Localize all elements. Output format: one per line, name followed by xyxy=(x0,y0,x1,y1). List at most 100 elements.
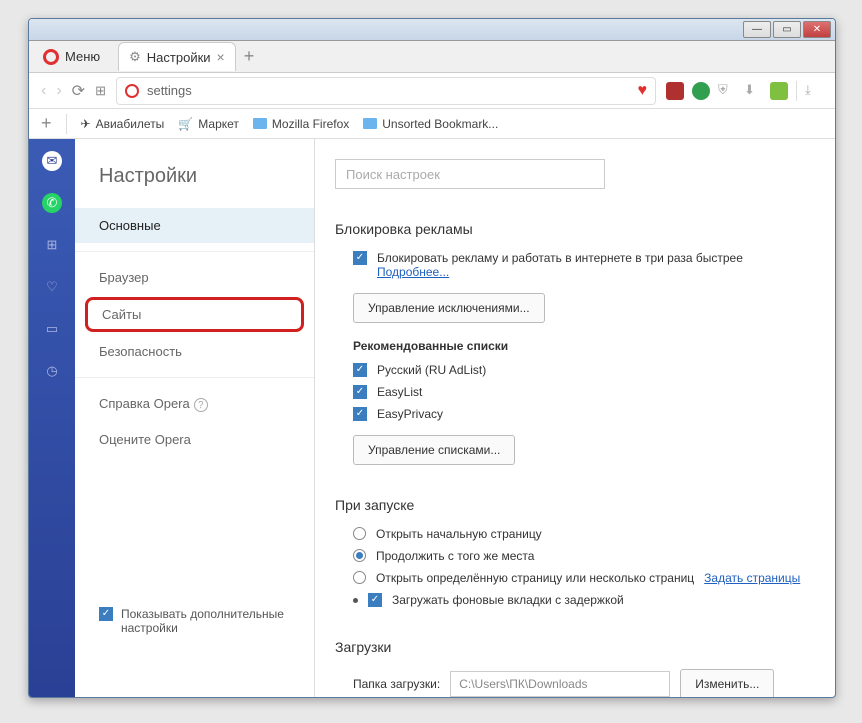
separator xyxy=(796,81,797,101)
list-ru-adlist[interactable]: ✓Русский (RU AdList) xyxy=(335,363,815,377)
app-window: — ▭ ✕ Меню ⚙ Настройки × + ‹ › ⟳ ⊞ setti… xyxy=(28,18,836,698)
app-menu-button[interactable]: Меню xyxy=(33,45,110,69)
separator xyxy=(75,377,314,378)
section-heading: Загрузки xyxy=(335,639,815,655)
messenger-icon[interactable]: ✉ xyxy=(42,151,62,171)
bookmark-bar: + ✈Авиабилеты 🛒Маркет Mozilla Firefox Un… xyxy=(29,109,835,139)
block-ads-label: Блокировать рекламу и работать в интерне… xyxy=(377,251,743,265)
checkbox-icon: ✓ xyxy=(353,363,367,377)
ext-icon-1[interactable] xyxy=(666,82,684,100)
reload-button[interactable]: ⟳ xyxy=(72,81,85,101)
new-tab-button[interactable]: + xyxy=(244,46,255,67)
radio-icon xyxy=(353,549,366,562)
startup-specific[interactable]: Открыть определённую страницу или нескол… xyxy=(335,571,815,585)
section-downloads: Загрузки Папка загрузки: C:\Users\ПК\Dow… xyxy=(335,639,815,697)
bookmark-aviabilety[interactable]: ✈Авиабилеты xyxy=(81,117,165,131)
section-heading: Блокировка рекламы xyxy=(335,221,815,237)
history-rail-icon[interactable]: ◷ xyxy=(42,361,62,381)
recommended-lists-heading: Рекомендованные списки xyxy=(353,339,815,353)
settings-sidebar: Настройки Основные Браузер Сайты Безопас… xyxy=(75,139,315,697)
back-button[interactable]: ‹ xyxy=(41,82,46,100)
separator xyxy=(75,251,314,252)
startup-continue[interactable]: Продолжить с того же места xyxy=(335,549,815,563)
list-easyprivacy[interactable]: ✓EasyPrivacy xyxy=(335,407,815,421)
plane-icon: ✈ xyxy=(81,117,91,131)
speed-dial-icon[interactable]: ⊞ xyxy=(95,83,106,99)
tab-title: Настройки xyxy=(147,50,211,65)
settings-main: Поиск настроек Блокировка рекламы ✓ Блок… xyxy=(315,139,835,697)
window-titlebar: — ▭ ✕ xyxy=(29,19,835,41)
nav-rate[interactable]: Оцените Opera xyxy=(75,422,314,457)
separator xyxy=(66,114,67,134)
close-button[interactable]: ✕ xyxy=(803,21,831,38)
opera-logo-icon xyxy=(43,49,59,65)
nav-help[interactable]: Справка Opera? xyxy=(75,386,314,422)
checkbox-icon: ✓ xyxy=(353,407,367,421)
cart-icon: 🛒 xyxy=(178,117,193,131)
whatsapp-icon[interactable]: ✆ xyxy=(42,193,62,213)
section-adblock: Блокировка рекламы ✓ Блокировать рекламу… xyxy=(335,221,815,465)
news-rail-icon[interactable]: ▭ xyxy=(42,319,62,339)
bookmark-unsorted[interactable]: Unsorted Bookmark... xyxy=(363,117,498,131)
address-bar[interactable]: settings ♥ xyxy=(116,77,656,105)
bullet-icon xyxy=(353,598,358,603)
bookmark-market[interactable]: 🛒Маркет xyxy=(178,117,239,131)
address-text: settings xyxy=(147,83,630,98)
minimize-button[interactable]: — xyxy=(743,21,771,38)
show-advanced-checkbox[interactable]: ✓ Показывать дополнительные настройки xyxy=(75,607,314,635)
maximize-button[interactable]: ▭ xyxy=(773,21,801,38)
checkbox-icon: ✓ xyxy=(99,607,113,621)
ext-icon-2[interactable] xyxy=(692,82,710,100)
section-startup: При запуске Открыть начальную страницу П… xyxy=(335,497,815,607)
menu-label: Меню xyxy=(65,49,100,64)
nav-browser[interactable]: Браузер xyxy=(75,260,314,295)
folder-label: Папка загрузки: xyxy=(353,677,440,691)
page-title: Настройки xyxy=(75,165,314,208)
side-rail: ✉ ✆ ⊞ ♡ ▭ ◷ xyxy=(29,139,75,697)
nav-security[interactable]: Безопасность xyxy=(75,334,314,369)
content-area: ✉ ✆ ⊞ ♡ ▭ ◷ Настройки Основные Браузер С… xyxy=(29,139,835,697)
shield-icon[interactable]: ⛨ xyxy=(718,82,736,100)
radio-icon xyxy=(353,571,366,584)
extension-icons: ⛨ ⬇ ⤓ xyxy=(666,81,823,101)
forward-button[interactable]: › xyxy=(56,82,61,100)
gear-icon: ⚙ xyxy=(129,49,141,65)
toolbar: ‹ › ⟳ ⊞ settings ♥ ⛨ ⬇ ⤓ xyxy=(29,73,835,109)
checkbox-icon: ✓ xyxy=(368,593,382,607)
download-folder-row: Папка загрузки: C:\Users\ПК\Downloads Из… xyxy=(335,669,815,697)
startup-home[interactable]: Открыть начальную страницу xyxy=(335,527,815,541)
ext-icon-3[interactable] xyxy=(770,82,788,100)
checkbox-icon: ✓ xyxy=(353,385,367,399)
show-advanced-label: Показывать дополнительные настройки xyxy=(121,607,290,635)
tab-close-icon[interactable]: × xyxy=(217,49,225,65)
section-heading: При запуске xyxy=(335,497,815,513)
folder-icon xyxy=(363,118,377,129)
tab-bar: Меню ⚙ Настройки × + xyxy=(29,41,835,73)
search-settings-input[interactable]: Поиск настроек xyxy=(335,159,605,189)
download-icon[interactable]: ⬇ xyxy=(744,82,762,100)
folder-icon xyxy=(253,118,267,129)
save-page-icon[interactable]: ⤓ xyxy=(805,82,823,100)
learn-more-link[interactable]: Подробнее... xyxy=(377,265,449,279)
set-pages-link[interactable]: Задать страницы xyxy=(704,571,800,585)
bookmark-firefox[interactable]: Mozilla Firefox xyxy=(253,117,349,131)
window-controls: — ▭ ✕ xyxy=(743,21,831,38)
startup-bgtabs[interactable]: ✓Загружать фоновые вкладки с задержкой xyxy=(335,593,815,607)
nav-main[interactable]: Основные xyxy=(75,208,314,243)
manage-exceptions-button[interactable]: Управление исключениями... xyxy=(353,293,545,323)
download-folder-input[interactable]: C:\Users\ПК\Downloads xyxy=(450,671,670,697)
checkbox-icon: ✓ xyxy=(353,251,367,265)
speed-dial-rail-icon[interactable]: ⊞ xyxy=(42,235,62,255)
bookmarks-rail-icon[interactable]: ♡ xyxy=(42,277,62,297)
heart-icon[interactable]: ♥ xyxy=(638,82,648,100)
opera-icon xyxy=(125,84,139,98)
change-folder-button[interactable]: Изменить... xyxy=(680,669,774,697)
list-easylist[interactable]: ✓EasyList xyxy=(335,385,815,399)
nav-sites[interactable]: Сайты xyxy=(85,297,304,332)
help-icon: ? xyxy=(194,398,208,412)
add-bookmark-button[interactable]: + xyxy=(41,113,52,134)
manage-lists-button[interactable]: Управление списками... xyxy=(353,435,515,465)
block-ads-option[interactable]: ✓ Блокировать рекламу и работать в интер… xyxy=(335,251,815,279)
radio-icon xyxy=(353,527,366,540)
tab-settings[interactable]: ⚙ Настройки × xyxy=(118,42,236,71)
